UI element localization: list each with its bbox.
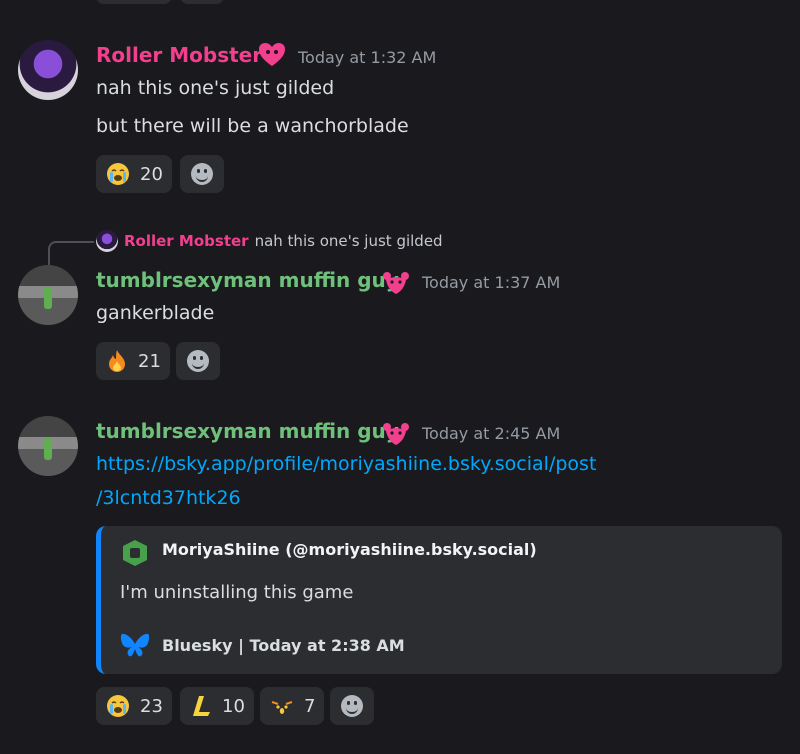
reaction-count: 21 xyxy=(138,350,161,372)
message-text: nah this one's just gilded xyxy=(96,77,335,99)
reply-avatar xyxy=(96,230,118,252)
message-text: but there will be a wanchorblade xyxy=(96,115,409,137)
reaction-count: 10 xyxy=(222,695,245,717)
message-link[interactable]: /3lcntd37htk26 xyxy=(96,487,241,509)
reply-preview[interactable]: Roller Mobster nah this one's just gilde… xyxy=(96,229,443,253)
reaction-l[interactable]: 10 xyxy=(180,687,254,725)
author-name[interactable]: tumblrsexyman muffin guy xyxy=(96,268,399,292)
reaction-count: 23 xyxy=(140,695,163,717)
smiley-icon xyxy=(191,163,213,185)
avatar[interactable] xyxy=(18,416,78,476)
shocked-face-icon xyxy=(270,693,294,719)
reaction-crying[interactable]: 23 xyxy=(96,687,172,725)
timestamp[interactable]: Today at 2:45 AM xyxy=(422,424,560,443)
crying-face-icon xyxy=(106,161,130,187)
reaction-count: 20 xyxy=(140,163,163,185)
author-name[interactable]: Roller Mobster xyxy=(96,43,262,67)
add-reaction-button[interactable] xyxy=(330,687,374,725)
reaction-shocked[interactable]: 7 xyxy=(260,687,324,725)
message-text: gankerblade xyxy=(96,302,215,324)
previous-add-reaction-chip[interactable] xyxy=(180,0,224,4)
embed-description: I'm uninstalling this game xyxy=(120,582,354,603)
message-link[interactable]: https://bsky.app/profile/moriyashiine.bs… xyxy=(96,453,596,475)
avatar[interactable] xyxy=(18,40,78,100)
add-reaction-button[interactable] xyxy=(180,155,224,193)
l-letter-icon xyxy=(190,693,212,719)
author-name[interactable]: tumblrsexyman muffin guy xyxy=(96,419,399,443)
timestamp[interactable]: Today at 1:32 AM xyxy=(298,48,436,67)
reaction-crying[interactable]: 20 xyxy=(96,155,172,193)
pink-heart-icon xyxy=(259,43,285,66)
reaction-fire[interactable]: 21 xyxy=(96,342,170,380)
fire-icon xyxy=(106,348,128,374)
reaction-count: 7 xyxy=(304,695,316,717)
timestamp[interactable]: Today at 1:37 AM xyxy=(422,273,560,292)
pink-rat-icon xyxy=(383,272,409,294)
reply-text[interactable]: nah this one's just gilded xyxy=(255,232,443,250)
embed-footer: Bluesky | Today at 2:38 AM xyxy=(162,636,405,655)
pink-rat-icon xyxy=(383,423,409,445)
embed-author[interactable]: MoriyaShiine (@moriyashiine.bsky.social) xyxy=(162,540,537,559)
smiley-icon xyxy=(341,695,363,717)
author-logo-icon xyxy=(123,540,147,566)
previous-reaction-chip[interactable] xyxy=(96,0,172,4)
smiley-icon xyxy=(187,350,209,372)
crying-face-icon xyxy=(106,693,130,719)
reply-author[interactable]: Roller Mobster xyxy=(124,232,249,250)
bluesky-butterfly-icon xyxy=(120,633,150,657)
reply-connector xyxy=(48,241,94,265)
add-reaction-button[interactable] xyxy=(176,342,220,380)
avatar[interactable] xyxy=(18,265,78,325)
